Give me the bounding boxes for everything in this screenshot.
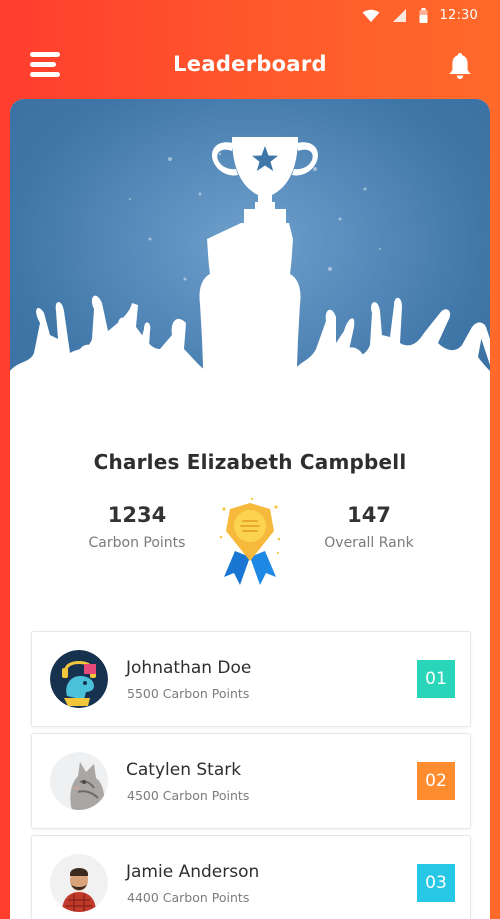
item-points: 5500 Carbon Points [127,686,250,701]
page-title: Leaderboard [173,52,327,76]
bell-icon [449,53,471,79]
overall-rank-stat: 147 Overall Rank [289,503,449,551]
app-bar: Leaderboard [0,34,500,96]
dinosaur-avatar [50,650,108,708]
carbon-points-stat: 1234 Carbon Points [57,503,217,551]
item-name: Catylen Stark [126,760,242,780]
hero-banner [10,99,490,419]
item-points: 4500 Carbon Points [127,788,250,803]
notifications-button[interactable] [448,52,472,80]
carbon-points-value: 1234 [107,503,167,527]
signal-icon [392,9,406,22]
overall-rank-value: 147 [347,503,391,527]
rank-badge: 03 [417,864,455,902]
rank-badge: 01 [417,660,455,698]
man-avatar [50,854,108,912]
profile-name: Charles Elizabeth Campbell [93,450,407,474]
wifi-icon [362,9,380,22]
status-bar: 12:30 [0,0,500,34]
cat-avatar [50,752,108,810]
item-name: Johnathan Doe [126,658,252,678]
carbon-points-label: Carbon Points [88,535,186,551]
status-time: 12:30 [439,8,478,23]
leaderboard-item[interactable]: Catylen Stark 4500 Carbon Points 02 [31,733,471,829]
battery-icon [419,8,428,23]
status-icons: 12:30 [362,8,478,23]
item-points: 4400 Carbon Points [127,890,250,905]
leaderboard-card: Charles Elizabeth Campbell 1234 Carbon P… [10,99,490,919]
leaderboard-item[interactable]: Jamie Anderson 4400 Carbon Points 03 [31,835,471,919]
medal-icon [219,497,281,585]
overall-rank-label: Overall Rank [324,535,414,551]
item-name: Jamie Anderson [126,862,260,882]
rank-badge: 02 [417,762,455,800]
trophy-crowd-illustration [10,137,490,419]
leaderboard-item[interactable]: Johnathan Doe 5500 Carbon Points 01 [31,631,471,727]
